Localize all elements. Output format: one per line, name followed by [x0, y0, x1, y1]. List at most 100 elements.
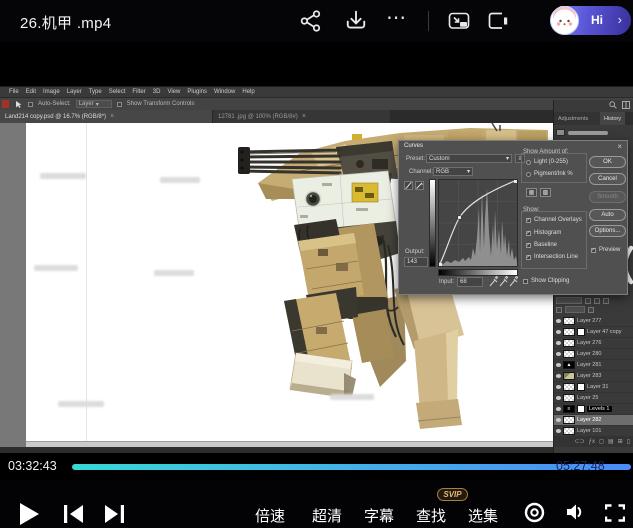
previous-button[interactable] — [64, 505, 84, 523]
layer-mask-thumbnail — [577, 328, 585, 336]
eye-icon — [556, 429, 561, 433]
share-icon[interactable] — [300, 10, 322, 32]
cancel-button: Cancel — [589, 173, 626, 185]
dialog-title: Curves — [404, 143, 423, 149]
checkbox-checked-icon: ✓ — [591, 248, 596, 253]
find-button[interactable]: 查找 — [416, 505, 446, 526]
fill-icon — [588, 307, 594, 313]
watermark — [330, 394, 374, 400]
layer-thumbnail — [563, 416, 575, 424]
ps-menu-bar: FileEdit ImageLayer TypeSelect Filter3D … — [0, 86, 633, 97]
adjustment-icon: ≡ — [563, 405, 575, 413]
layer-row: Layer 31 — [554, 382, 633, 393]
tab-history: History — [600, 112, 625, 125]
tab-adjustments: Adjustments — [554, 112, 600, 125]
settings-disc-icon[interactable] — [524, 502, 545, 523]
grid-icon — [622, 101, 630, 109]
output-label: Output: — [405, 249, 425, 255]
eyedropper-gray-icon — [499, 276, 508, 289]
close-icon: × — [617, 142, 622, 151]
mini-window-icon[interactable] — [487, 10, 509, 32]
volume-icon[interactable] — [565, 503, 585, 521]
eye-icon — [556, 341, 561, 345]
watermark — [160, 177, 200, 183]
layer-row: Layer 25 — [554, 393, 633, 404]
mask-icon: ◻ — [599, 438, 604, 445]
auto-select-checkbox — [28, 102, 33, 107]
canvas-guide-line — [86, 123, 87, 441]
lock-icon — [585, 298, 591, 304]
total-time: 05:27:48 — [556, 459, 605, 473]
doc-tab-idle: 12781 .jpg @ 100% (RGB/8#) × — [212, 110, 390, 123]
layer-thumbnail — [563, 339, 575, 347]
video-surface[interactable]: FileEdit ImageLayer TypeSelect Filter3D … — [0, 42, 633, 480]
layer-row: Layer 276 — [554, 338, 633, 349]
episodes-button[interactable]: 选集 — [468, 505, 498, 526]
layer-thumbnail — [563, 328, 575, 336]
chevron-down-icon: ▾ — [96, 101, 99, 108]
current-time: 03:32:43 — [8, 459, 57, 473]
layer-filter-dropdown — [556, 297, 582, 304]
radio-pigment-row: Pigment/Ink % — [526, 171, 573, 177]
delete-icon: ▯ — [627, 438, 630, 445]
picture-in-picture-icon[interactable] — [448, 10, 470, 32]
doc-tab-active: Land214 copy.psd @ 16.7% (RGB/8*) × — [0, 110, 212, 123]
layer-row: Layer 283 — [554, 371, 633, 382]
more-options-icon[interactable]: ⋯ — [386, 5, 407, 30]
checkbox-checked-icon: ✓ — [526, 218, 531, 223]
fullscreen-icon[interactable] — [605, 504, 625, 522]
input-label: Input: — [439, 279, 454, 285]
video-title: 26.机甲 .mp4 — [20, 12, 111, 33]
eyedropper-black-icon — [489, 276, 498, 289]
speed-button[interactable]: 倍速 — [255, 505, 285, 526]
history-text-blur — [568, 131, 608, 135]
preset-label: Preset: — [406, 156, 425, 162]
channel-dropdown: RGB ▾ — [433, 167, 473, 176]
new-layer-icon: ⊞ — [618, 438, 623, 445]
watermark — [154, 270, 194, 276]
hi-label: Hi — [591, 13, 603, 27]
lock-icon — [603, 298, 609, 304]
ps-document-tabs: Land214 copy.psd @ 16.7% (RGB/8*) × 1278… — [0, 110, 633, 123]
move-tool-icon — [14, 100, 23, 109]
channel-label: Channel: — [409, 169, 433, 175]
watermark — [58, 401, 104, 407]
transform-checkbox — [117, 102, 122, 107]
grid-size-buttons: ▦ ▩ — [526, 188, 551, 197]
fx-icon: ƒx — [589, 439, 595, 445]
curves-dialog: Curves × Preset: Custom ▾ ≡ Channel: RGB… — [398, 140, 628, 295]
history-thumb — [556, 129, 565, 136]
radio-icon — [526, 172, 531, 177]
checkbox-checked-icon: ✓ — [526, 231, 531, 236]
chevron-down-icon: ▾ — [506, 155, 509, 162]
show-transform-label: Show Transform Controls — [127, 101, 195, 107]
progress-bar[interactable] — [72, 464, 631, 470]
eye-icon — [556, 330, 561, 334]
check-row: ✓ Channel Overlays — [526, 217, 582, 223]
subtitle-button[interactable]: 字幕 — [364, 505, 394, 526]
titlebar-divider — [428, 11, 429, 31]
ps-app-chip — [2, 100, 9, 108]
checkbox-checked-icon: ✓ — [526, 255, 531, 260]
group-icon: ▤ — [608, 438, 614, 445]
next-button[interactable] — [104, 505, 124, 523]
quality-button[interactable]: 超清 — [312, 505, 342, 526]
layer-mask-thumbnail — [577, 383, 585, 391]
layer-row: Layer 47 copy — [554, 327, 633, 338]
layer-row-adjustment: ≡ Levels 1 — [554, 404, 633, 415]
grid-simple-icon: ▦ — [526, 188, 537, 197]
eye-icon — [556, 407, 561, 411]
download-icon[interactable] — [345, 10, 367, 32]
eye-icon — [556, 396, 561, 400]
radio-icon — [526, 160, 531, 165]
play-button[interactable] — [20, 503, 40, 525]
eye-icon — [556, 363, 561, 367]
layer-row: ▲ Layer 281 — [554, 360, 633, 371]
profile-pill[interactable]: Hi › — [551, 6, 631, 35]
smooth-button: Smooth — [589, 191, 626, 203]
check-row: ✓ Baseline — [526, 242, 557, 248]
eye-icon — [556, 385, 561, 389]
ps-status-bar — [0, 447, 633, 453]
layers-footer: ⊂⊃ ƒx ◻ ▤ ⊞ ▯ — [554, 436, 633, 447]
amount-groupbox — [521, 153, 587, 183]
